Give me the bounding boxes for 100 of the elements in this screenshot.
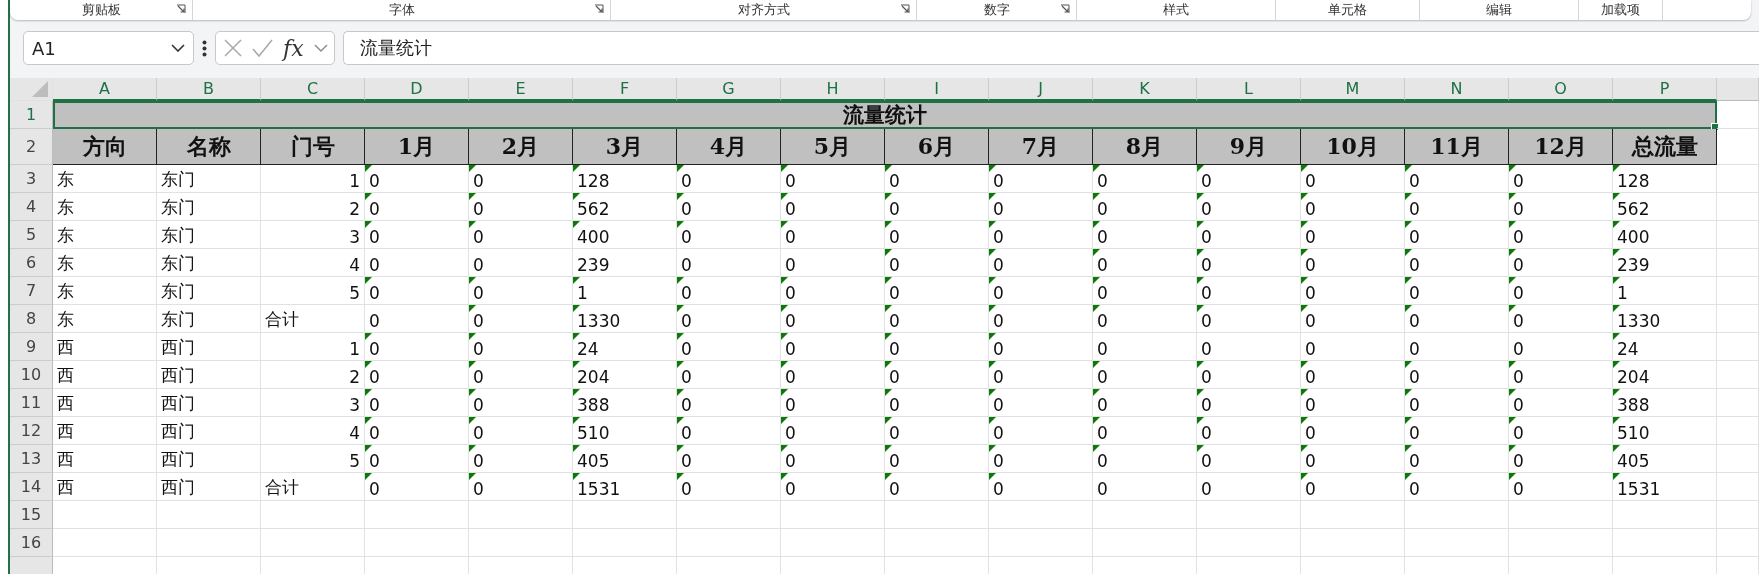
spreadsheet-cell[interactable]: 0 [989,361,1093,389]
error-indicator-icon[interactable] [573,305,580,312]
error-indicator-icon[interactable] [989,221,996,228]
spreadsheet-cell[interactable]: 4 [261,417,365,445]
spreadsheet-cell[interactable]: 0 [885,221,989,249]
spreadsheet-cell[interactable]: 239 [1613,249,1717,277]
spreadsheet-cell[interactable]: 128 [573,165,677,193]
error-indicator-icon[interactable] [1197,417,1204,424]
spreadsheet-cell[interactable] [1717,165,1759,193]
error-indicator-icon[interactable] [677,221,684,228]
spreadsheet-cell[interactable]: 西门 [157,445,261,473]
spreadsheet-cell[interactable]: 西 [53,417,157,445]
error-indicator-icon[interactable] [469,277,476,284]
error-indicator-icon[interactable] [1509,221,1516,228]
spreadsheet-cell[interactable]: 0 [781,221,885,249]
error-indicator-icon[interactable] [989,417,996,424]
error-indicator-icon[interactable] [573,473,580,480]
spreadsheet-cell[interactable]: 0 [1093,417,1197,445]
error-indicator-icon[interactable] [469,333,476,340]
error-indicator-icon[interactable] [885,221,892,228]
column-header[interactable]: K [1093,78,1197,101]
spreadsheet-cell[interactable]: 0 [365,165,469,193]
error-indicator-icon[interactable] [1093,361,1100,368]
spreadsheet-cell[interactable]: 0 [365,389,469,417]
spreadsheet-cell[interactable]: 0 [989,249,1093,277]
error-indicator-icon[interactable] [469,361,476,368]
spreadsheet-cell[interactable]: 0 [781,445,885,473]
spreadsheet-cell[interactable]: 0 [365,445,469,473]
error-indicator-icon[interactable] [1405,193,1412,200]
error-indicator-icon[interactable] [1613,193,1620,200]
spreadsheet-cell[interactable]: 0 [989,473,1093,501]
spreadsheet-cell[interactable]: 0 [1197,333,1301,361]
spreadsheet-cell[interactable]: 0 [1509,417,1613,445]
error-indicator-icon[interactable] [677,389,684,396]
column-header[interactable]: D [365,78,469,101]
header-cell[interactable]: 方向 [53,129,157,165]
spreadsheet-cell[interactable]: 0 [885,165,989,193]
error-indicator-icon[interactable] [885,249,892,256]
spreadsheet-cell[interactable]: 东门 [157,221,261,249]
spreadsheet-cell[interactable] [1717,501,1759,529]
spreadsheet-cell[interactable]: 0 [677,473,781,501]
spreadsheet-cell[interactable]: 西 [53,473,157,501]
header-cell[interactable]: 4月 [677,129,781,165]
error-indicator-icon[interactable] [1405,473,1412,480]
spreadsheet-cell[interactable]: 合计 [261,305,365,333]
row-header[interactable]: 10 [10,361,53,389]
error-indicator-icon[interactable] [885,165,892,172]
header-cell[interactable]: 11月 [1405,129,1509,165]
spreadsheet-cell[interactable]: 0 [677,445,781,473]
error-indicator-icon[interactable] [677,445,684,452]
error-indicator-icon[interactable] [1405,305,1412,312]
spreadsheet-cell[interactable]: 0 [1405,333,1509,361]
spreadsheet-cell[interactable] [1405,501,1509,529]
spreadsheet-cell[interactable] [1405,529,1509,557]
error-indicator-icon[interactable] [1405,445,1412,452]
spreadsheet-cell[interactable]: 西门 [157,473,261,501]
spreadsheet-cell[interactable]: 0 [781,333,885,361]
spreadsheet-cell[interactable]: 0 [365,249,469,277]
spreadsheet-cell[interactable]: 0 [1301,445,1405,473]
error-indicator-icon[interactable] [781,417,788,424]
spreadsheet-cell[interactable]: 0 [469,193,573,221]
row-header[interactable]: 9 [10,333,53,361]
error-indicator-icon[interactable] [469,417,476,424]
error-indicator-icon[interactable] [781,165,788,172]
spreadsheet-cell[interactable] [781,501,885,529]
error-indicator-icon[interactable] [1093,417,1100,424]
spreadsheet-cell[interactable] [1509,501,1613,529]
error-indicator-icon[interactable] [365,165,372,172]
error-indicator-icon[interactable] [677,333,684,340]
spreadsheet-cell[interactable]: 东 [53,305,157,333]
spreadsheet-cell[interactable]: 0 [1301,249,1405,277]
spreadsheet-cell[interactable]: 合计 [261,473,365,501]
dialog-launcher-icon[interactable] [1060,4,1070,14]
spreadsheet-cell[interactable]: 东门 [157,277,261,305]
header-cell[interactable]: 8月 [1093,129,1197,165]
error-indicator-icon[interactable] [365,277,372,284]
spreadsheet-cell[interactable]: 0 [677,333,781,361]
error-indicator-icon[interactable] [469,305,476,312]
header-cell[interactable]: 1月 [365,129,469,165]
spreadsheet-cell[interactable]: 0 [989,417,1093,445]
spreadsheet-cell[interactable]: 0 [1405,361,1509,389]
spreadsheet-cell[interactable]: 0 [989,277,1093,305]
error-indicator-icon[interactable] [1405,221,1412,228]
header-cell[interactable]: 总流量 [1613,129,1717,165]
spreadsheet-cell[interactable]: 510 [1613,417,1717,445]
error-indicator-icon[interactable] [1613,249,1620,256]
row-header[interactable]: 6 [10,249,53,277]
spreadsheet-cell[interactable]: 0 [1509,389,1613,417]
spreadsheet-cell[interactable]: 204 [573,361,677,389]
spreadsheet-cell[interactable]: 0 [1093,445,1197,473]
spreadsheet-cell[interactable]: 0 [1197,193,1301,221]
spreadsheet-cell[interactable]: 0 [1093,473,1197,501]
spreadsheet-cell[interactable]: 400 [1613,221,1717,249]
error-indicator-icon[interactable] [1613,361,1620,368]
spreadsheet-cell[interactable]: 东门 [157,305,261,333]
spreadsheet-cell[interactable]: 0 [885,193,989,221]
spreadsheet-cell[interactable]: 0 [677,277,781,305]
error-indicator-icon[interactable] [1405,389,1412,396]
spreadsheet-cell[interactable] [1093,529,1197,557]
spreadsheet-cell[interactable]: 0 [677,165,781,193]
